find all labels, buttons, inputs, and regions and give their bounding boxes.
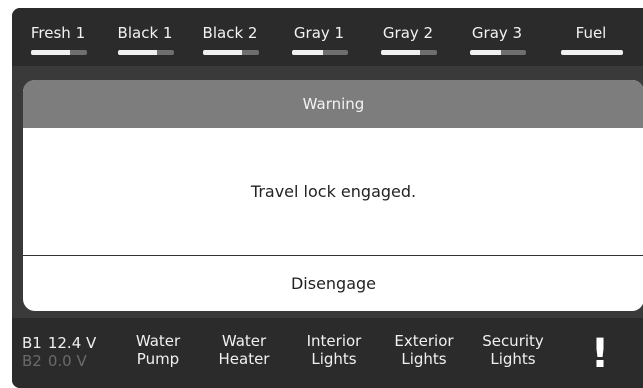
tank-label: Black 2	[202, 24, 258, 42]
tank-label: Gray 3	[471, 24, 523, 42]
battery-1-row: B1 12.4 V	[22, 334, 112, 352]
tank-gauge-fill	[203, 50, 243, 55]
warning-dialog: Warning Travel lock engaged. Disengage	[23, 80, 643, 311]
exterior-lights-label-1: Exterior	[394, 332, 454, 350]
tank-label: Gray 1	[293, 24, 345, 42]
security-lights-label-1: Security	[482, 332, 544, 350]
water-heater-button[interactable]: Water Heater	[199, 332, 289, 376]
tank-gauge	[31, 50, 87, 55]
dialog-title: Warning	[23, 80, 643, 128]
battery-status: B1 12.4 V B2 0.0 V	[22, 334, 112, 370]
battery-1-voltage: 12.4 V	[47, 334, 97, 352]
app-frame: Fresh 1 Black 1 Black 2 Gray 1 Gray 2 Gr…	[12, 8, 643, 388]
tank-gauge-fill	[470, 50, 501, 55]
tank-gauge-fill	[118, 50, 158, 55]
water-heater-label-2: Heater	[218, 350, 270, 368]
security-lights-button[interactable]: Security Lights	[468, 332, 558, 376]
interior-lights-label-1: Interior	[306, 332, 362, 350]
tank-gauge-fill	[381, 50, 421, 55]
tank-fresh-1[interactable]: Fresh 1	[14, 8, 102, 66]
disengage-button[interactable]: Disengage	[23, 256, 643, 311]
interior-lights-label-2: Lights	[311, 350, 357, 368]
exterior-lights-label-2: Lights	[401, 350, 447, 368]
battery-2-row: B2 0.0 V	[22, 352, 112, 370]
tank-label: Fresh 1	[30, 24, 86, 42]
tank-gray-3[interactable]: Gray 3	[453, 8, 541, 66]
tank-gauge	[292, 50, 348, 55]
water-pump-label-2: Pump	[136, 350, 180, 368]
alert-icon[interactable]: !	[580, 330, 620, 378]
tank-gray-2[interactable]: Gray 2	[364, 8, 452, 66]
interior-lights-button[interactable]: Interior Lights	[289, 332, 379, 376]
tank-gauge-fill	[561, 50, 623, 55]
tank-label: Fuel	[575, 24, 607, 42]
tank-gauge	[381, 50, 437, 55]
dialog-message: Travel lock engaged.	[250, 182, 417, 201]
battery-1-label: B1	[22, 334, 42, 352]
battery-2-label: B2	[22, 352, 42, 370]
tank-black-1[interactable]: Black 1	[101, 8, 189, 66]
tank-gauge	[561, 50, 623, 55]
battery-2-voltage: 0.0 V	[47, 352, 87, 370]
tank-level-bar: Fresh 1 Black 1 Black 2 Gray 1 Gray 2 Gr…	[12, 8, 643, 66]
exterior-lights-button[interactable]: Exterior Lights	[379, 332, 469, 376]
water-pump-label-1: Water	[135, 332, 181, 350]
tank-black-2[interactable]: Black 2	[186, 8, 274, 66]
tank-gauge	[118, 50, 174, 55]
tank-fuel[interactable]: Fuel	[541, 8, 641, 66]
security-lights-label-2: Lights	[490, 350, 536, 368]
tank-label: Black 1	[117, 24, 173, 42]
tank-label: Gray 2	[382, 24, 434, 42]
tank-gray-1[interactable]: Gray 1	[275, 8, 363, 66]
control-bar: B1 12.4 V B2 0.0 V Water Pump Water Heater…	[12, 318, 643, 388]
tank-gauge	[470, 50, 526, 55]
water-heater-label-1: Water	[221, 332, 267, 350]
tank-gauge	[203, 50, 259, 55]
tank-gauge-fill	[31, 50, 71, 55]
tank-gauge-fill	[292, 50, 323, 55]
water-pump-button[interactable]: Water Pump	[113, 332, 203, 376]
